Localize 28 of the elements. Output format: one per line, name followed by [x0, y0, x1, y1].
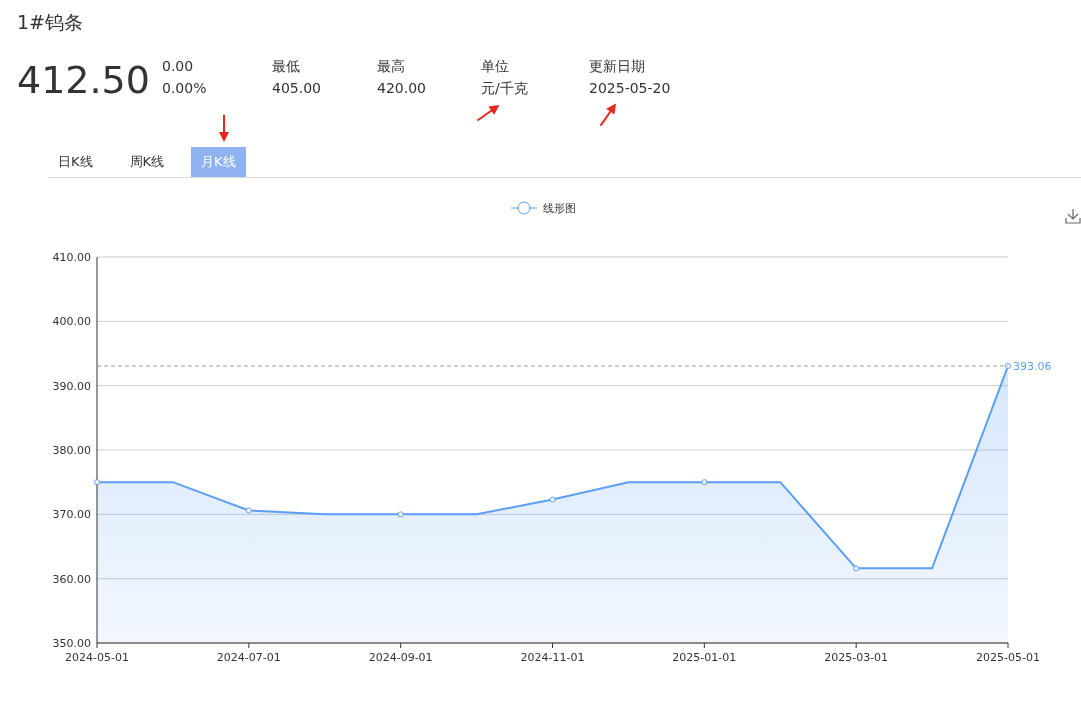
price-value: 412.50 [17, 58, 151, 102]
stat-label: 更新日期 [589, 57, 646, 76]
stat-value: 405.00 [272, 79, 322, 98]
mark-line-label: 393.06 [1013, 360, 1052, 373]
x-axis-label: 2024-05-01 [65, 651, 129, 664]
stat-label: 单位 [481, 57, 510, 76]
x-axis-label: 2025-01-01 [672, 651, 737, 664]
stat-value: 2025-05-20 [589, 79, 672, 98]
y-axis-label: 390.00 [52, 379, 91, 393]
x-axis-label: 2024-07-01 [216, 651, 281, 664]
y-axis-label: 410.00 [52, 251, 91, 264]
y-axis-label: 360.00 [52, 572, 91, 586]
y-axis-label: 350.00 [52, 637, 91, 650]
product-title: 1#钨条 [16, 10, 84, 34]
change-percent: 0.00% [162, 79, 208, 98]
legend-label: 线形图 [543, 200, 576, 216]
change-amount: 0.00 [162, 57, 195, 76]
x-axis-label: 2025-03-01 [824, 651, 889, 664]
x-axis-label: 2024-09-01 [368, 651, 433, 664]
stat-value: 元/千克 [481, 79, 529, 98]
y-axis-label: 370.00 [52, 508, 91, 522]
stat-value: 420.00 [377, 79, 427, 98]
stat-label: 最高 [377, 57, 406, 76]
stat-label: 最低 [272, 57, 301, 76]
x-axis-label: 2025-05-01 [976, 651, 1040, 664]
y-axis-label: 400.00 [52, 315, 91, 329]
x-axis-label: 2024-11-01 [520, 651, 585, 664]
y-axis-label: 380.00 [52, 444, 91, 457]
